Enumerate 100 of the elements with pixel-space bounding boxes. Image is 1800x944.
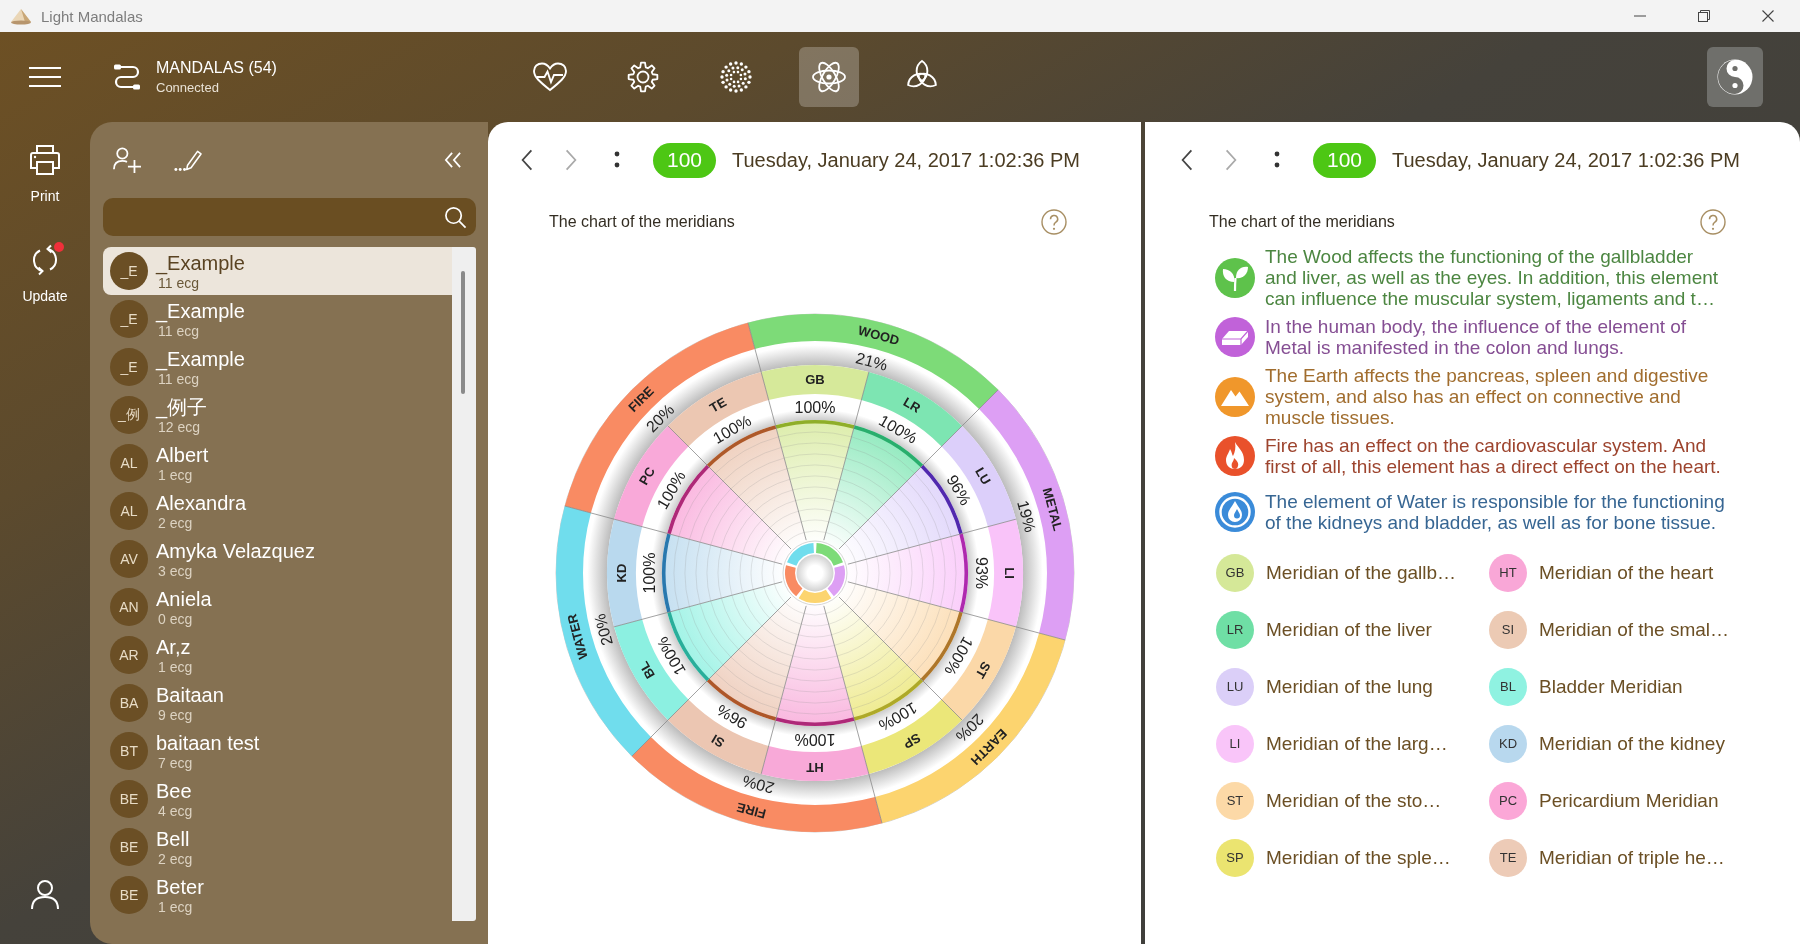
meridian-name: Meridian of the smal… <box>1539 618 1730 641</box>
meridian-name: Meridian of the liver <box>1266 618 1432 641</box>
avatar: _E <box>110 252 148 290</box>
element-label: WOOD <box>856 322 901 349</box>
meridian-label: SI <box>708 731 727 751</box>
update-button[interactable]: Update <box>22 244 68 304</box>
patient-list-item[interactable]: BT baitaan test 7 ecg <box>103 727 452 775</box>
double-chevron-left-icon <box>444 152 462 168</box>
patient-name: Alexandra <box>156 491 247 515</box>
menu-icon[interactable] <box>29 67 61 87</box>
meridian-percent: 100% <box>794 398 835 416</box>
ecg-count: 12 ecg <box>158 418 202 435</box>
more-icon[interactable] <box>614 151 620 169</box>
element-percent: 19% <box>1013 498 1039 534</box>
ecg-count: 4 ecg <box>158 802 193 819</box>
meridian-name: Meridian of the lung <box>1266 675 1433 698</box>
search-field[interactable] <box>103 198 476 236</box>
meridian-percent: 93% <box>972 557 989 589</box>
scrollbar-thumb[interactable] <box>461 271 465 394</box>
element-description: The Earth affects the pancreas, spleen and digestive system, and also has an effect on connective and muscle tissues. <box>1265 365 1710 428</box>
user-icon[interactable] <box>30 878 60 910</box>
patient-list-item[interactable]: AL Albert 1 ecg <box>103 439 452 487</box>
ecg-count: 9 ecg <box>158 706 194 723</box>
more-icon[interactable] <box>1274 151 1280 169</box>
patient-name: _Example <box>156 299 245 323</box>
session-date: Tuesday, January 24, 2017 1:02:36 PM <box>1392 148 1740 172</box>
chevron-right-icon <box>564 148 578 172</box>
patient-list-item[interactable]: BE Bee 4 ecg <box>103 775 452 823</box>
patient-list-item[interactable]: BE Beter 1 ecg <box>103 871 452 919</box>
pyramid-icon <box>10 7 32 25</box>
scrollbar-track[interactable] <box>452 247 476 921</box>
meridian-percent: 96% <box>713 701 750 733</box>
patient-list-item[interactable]: AL Alexandra 2 ecg <box>103 487 452 535</box>
settings-icon <box>626 60 660 94</box>
meridian-code-badge: LU <box>1216 667 1254 706</box>
patient-name: Ar,z <box>156 635 192 659</box>
meridian-code-badge: PC <box>1489 781 1527 820</box>
patient-list-item[interactable]: _E _Example 11 ecg <box>103 295 452 343</box>
avatar: AN <box>110 588 148 626</box>
ecg-count: 1 ecg <box>158 898 194 915</box>
element-description: Fire has an effect on the cardiovascular system. And first of all, this element has a direct effect on the heart. <box>1265 435 1722 477</box>
meridian-name: Meridian of the gallb… <box>1266 561 1457 584</box>
patient-list-item[interactable]: _E _Example 11 ecg <box>103 343 452 391</box>
yin-yang-button[interactable] <box>1707 47 1763 107</box>
chevron-left-icon <box>520 148 534 172</box>
meridian-label: KD <box>613 563 628 583</box>
ecg-count: 2 ecg <box>158 850 193 867</box>
patient-list-item[interactable]: BE Bell 2 ecg <box>103 823 452 871</box>
avatar: _例 <box>110 396 148 434</box>
patient-list-item[interactable]: _例 _例子 12 ecg <box>103 391 452 439</box>
yin-yang-icon <box>1717 59 1753 95</box>
avatar: BT <box>110 732 148 770</box>
patient-name: _Example <box>156 251 245 275</box>
avatar: AV <box>110 540 148 578</box>
meridian-label: TE <box>706 394 729 416</box>
avatar: BE <box>110 780 148 818</box>
element-label: METAL <box>1039 486 1066 533</box>
patient-list-item[interactable]: AN Aniela 0 ecg <box>103 583 452 631</box>
restore-icon[interactable] <box>1698 10 1710 22</box>
patient-list-item[interactable]: _E _Example 11 ecg <box>103 247 452 295</box>
meridian-label: HT <box>805 759 824 775</box>
meridian-code-badge: GB <box>1216 553 1254 592</box>
chart-title: The chart of the meridians <box>549 213 735 231</box>
toolbar-tab[interactable] <box>799 47 859 107</box>
avatar: AL <box>110 492 148 530</box>
chart-title: The chart of the meridians <box>1209 213 1395 231</box>
meridian-name: Pericardium Meridian <box>1539 789 1719 812</box>
meridian-code-badge: KD <box>1489 724 1527 763</box>
device-title: MANDALAS (54) <box>156 58 277 78</box>
patient-name: Aniela <box>156 587 212 611</box>
meridian-code-badge: BL <box>1489 667 1527 706</box>
avatar: BA <box>110 684 148 722</box>
meridian-label: GB <box>804 371 825 387</box>
meridian-label: ST <box>971 659 994 681</box>
help-icon[interactable] <box>1700 209 1726 235</box>
avatar: AR <box>110 636 148 674</box>
patient-name: _Example <box>156 347 245 371</box>
patient-name: Bell <box>156 827 191 851</box>
meridian-percent: 100% <box>640 552 657 594</box>
patient-list-item[interactable]: AV Amyka Velazquez 3 ecg <box>103 535 452 583</box>
element-description: The Wood affects the functioning of the gallbladder and liver, as well as the eyes. In addition, this element can influence the muscular system, ligaments and t… <box>1265 246 1720 309</box>
patient-name: Bee <box>156 779 193 803</box>
search-icon[interactable] <box>444 205 467 229</box>
avatar: _E <box>110 300 148 338</box>
patient-list-item[interactable]: AR Ar,z 1 ecg <box>103 631 452 679</box>
meridian-code-badge: ST <box>1216 781 1254 820</box>
heart-pulse-icon <box>532 61 568 93</box>
patient-name: Baitaan <box>156 683 224 707</box>
meridian-name: Meridian of the heart <box>1539 561 1714 584</box>
ecg-count: 1 ecg <box>158 658 193 675</box>
close-icon[interactable] <box>1762 10 1774 22</box>
help-icon[interactable] <box>1041 209 1067 235</box>
patient-name: Amyka Velazquez <box>156 539 315 563</box>
print-button[interactable]: Print <box>27 144 63 204</box>
patient-list-item[interactable]: BA Baitaan 9 ecg <box>103 679 452 727</box>
meridian-label: LU <box>971 464 994 488</box>
element-percent: 21% <box>853 349 889 374</box>
meridian-name: Meridian of triple he… <box>1539 846 1725 869</box>
meridian-code-badge: SP <box>1216 838 1254 877</box>
meridian-code-badge: HT <box>1489 553 1527 592</box>
